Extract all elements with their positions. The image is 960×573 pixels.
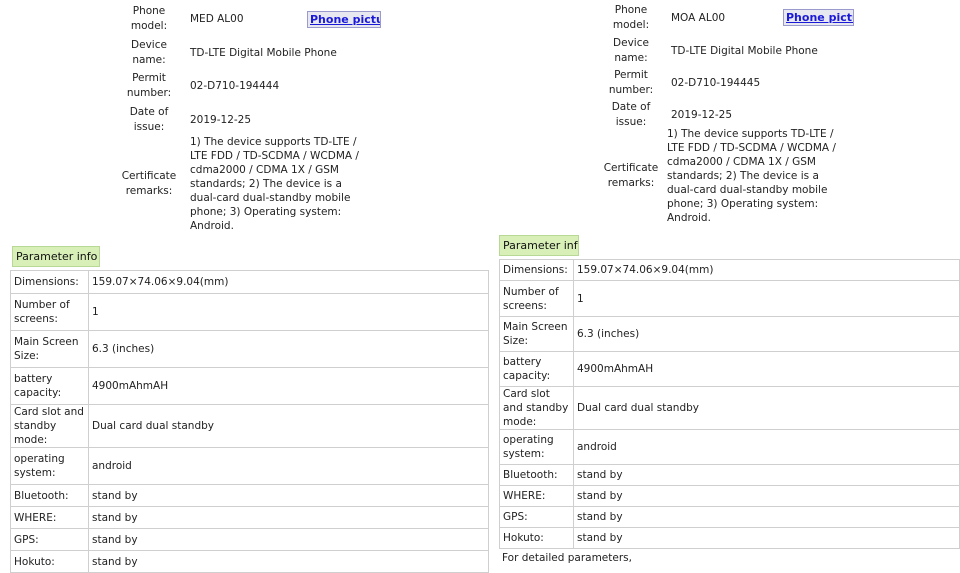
info-label: Phone model: [612,4,650,31]
info-label: Permit number: [126,72,172,99]
info-value: TD-LTE Digital Mobile Phone [190,47,337,59]
table-row: battery capacity: 4900mAhmAH [10,367,489,405]
table-row: Main Screen Size: 6.3 (inches) [499,316,960,352]
table-row: WHERE: stand by [10,506,489,529]
param-value: 159.07×74.06×9.04(mm) [573,259,960,281]
info-row-date-of-issue: Date of issue: 2019-12-25 [601,100,732,130]
param-label: GPS: [10,528,89,551]
detailed-parameters-note: For detailed parameters, [502,552,632,564]
param-label: Bluetooth: [10,484,89,507]
param-value: stand by [573,464,960,486]
info-label: Certificate remarks: [121,170,177,197]
param-label: WHERE: [10,506,89,529]
info-row-device-name: Device name: TD-LTE Digital Mobile Phone [601,36,818,66]
info-row-phone-model: Phone model: MOA AL00 [601,3,725,33]
param-label: Card slot and standby mode: [10,404,89,448]
info-value: 02-D710-194445 [671,77,761,89]
phone-picture-link[interactable]: Phone pictu [307,11,381,28]
param-value: stand by [573,485,960,507]
param-value: stand by [88,484,489,507]
param-value: android [573,429,960,465]
parameter-info-header: Parameter info [499,235,579,256]
param-value: stand by [88,528,489,551]
param-value: 4900mAhmAH [88,367,489,405]
parameter-table: Dimensions: 159.07×74.06×9.04(mm) Number… [499,259,960,549]
table-row: operating system: android [10,447,489,485]
param-label: Number of screens: [499,280,574,317]
param-value: 6.3 (inches) [573,316,960,352]
table-row: battery capacity: 4900mAhmAH [499,351,960,387]
param-value: stand by [88,506,489,529]
info-label: Permit number: [608,69,654,96]
info-label: Date of issue: [129,106,169,133]
table-row: Dimensions: 159.07×74.06×9.04(mm) [10,270,489,294]
table-row: Hokuto: stand by [10,550,489,573]
param-label: battery capacity: [10,367,89,405]
info-label: Date of issue: [611,101,651,128]
table-row: Bluetooth: stand by [499,464,960,486]
info-row-certificate-remarks: Certificate remarks: 1) The device suppo… [119,136,370,232]
info-row-permit-number: Permit number: 02-D710-194445 [601,68,760,98]
param-value: Dual card dual standby [573,386,960,430]
table-row: Card slot and standby mode: Dual card du… [499,386,960,430]
info-row-permit-number: Permit number: 02-D710-194444 [119,71,279,101]
param-value: 1 [573,280,960,317]
table-row: Dimensions: 159.07×74.06×9.04(mm) [499,259,960,281]
param-label: Bluetooth: [499,464,574,486]
phone-picture-link[interactable]: Phone pictu [783,9,854,26]
info-value: 02-D710-194444 [190,80,280,92]
param-label: operating system: [499,429,574,465]
info-value: 1) The device supports TD-LTE / LTE FDD … [667,128,836,224]
param-label: Main Screen Size: [499,316,574,352]
param-value: stand by [88,550,489,573]
parameter-info-header: Parameter info [12,246,100,267]
param-label: operating system: [10,447,89,485]
info-row-device-name: Device name: TD-LTE Digital Mobile Phone [119,38,337,68]
table-row: GPS: stand by [499,506,960,528]
param-label: battery capacity: [499,351,574,387]
param-value: 4900mAhmAH [573,351,960,387]
param-value: android [88,447,489,485]
param-label: Hokuto: [10,550,89,573]
table-row: WHERE: stand by [499,485,960,507]
info-row-date-of-issue: Date of issue: 2019-12-25 [119,105,251,135]
param-label: Hokuto: [499,527,574,549]
table-row: GPS: stand by [10,528,489,551]
table-row: Hokuto: stand by [499,527,960,549]
table-row: Card slot and standby mode: Dual card du… [10,404,489,448]
info-row-certificate-remarks: Certificate remarks: 1) The device suppo… [601,128,837,224]
param-label: WHERE: [499,485,574,507]
info-value: 1) The device supports TD-LTE / LTE FDD … [190,136,359,232]
info-label: Device name: [613,37,649,64]
table-row: Main Screen Size: 6.3 (inches) [10,330,489,368]
info-value: MOA AL00 [671,12,726,24]
param-value: Dual card dual standby [88,404,489,448]
info-label: Device name: [131,39,167,66]
param-value: stand by [573,527,960,549]
param-value: 1 [88,293,489,331]
table-row: Number of screens: 1 [10,293,489,331]
param-label: Number of screens: [10,293,89,331]
param-label: Card slot and standby mode: [499,386,574,430]
table-row: Number of screens: 1 [499,280,960,317]
info-value: 2019-12-25 [671,109,733,121]
param-label: Main Screen Size: [10,330,89,368]
info-label: Phone model: [130,5,168,32]
param-label: Dimensions: [499,259,574,281]
parameter-table: Dimensions: 159.07×74.06×9.04(mm) Number… [10,270,489,573]
info-label: Certificate remarks: [603,162,659,189]
info-value: 2019-12-25 [190,114,252,126]
param-value: 6.3 (inches) [88,330,489,368]
param-value: stand by [573,506,960,528]
info-value: TD-LTE Digital Mobile Phone [671,45,818,57]
table-row: Bluetooth: stand by [10,484,489,507]
info-value: MED AL00 [190,13,244,25]
table-row: operating system: android [499,429,960,465]
param-value: 159.07×74.06×9.04(mm) [88,270,489,294]
param-label: Dimensions: [10,270,89,294]
info-row-phone-model: Phone model: MED AL00 [119,4,244,34]
param-label: GPS: [499,506,574,528]
